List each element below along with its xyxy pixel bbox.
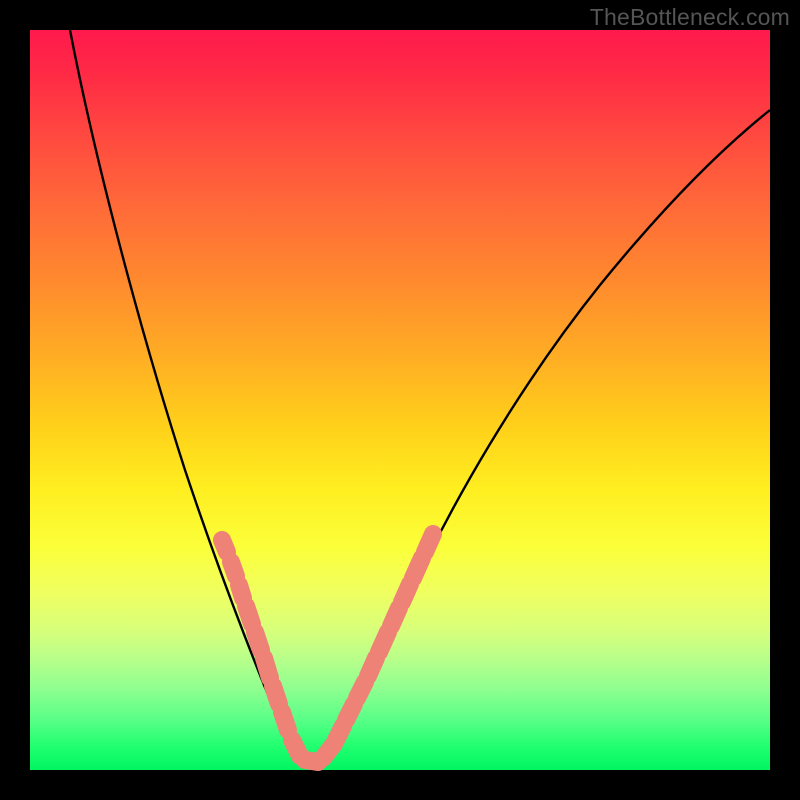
watermark-text: TheBottleneck.com — [590, 4, 790, 31]
plot-area — [30, 30, 770, 770]
chart-frame: TheBottleneck.com — [0, 0, 800, 800]
